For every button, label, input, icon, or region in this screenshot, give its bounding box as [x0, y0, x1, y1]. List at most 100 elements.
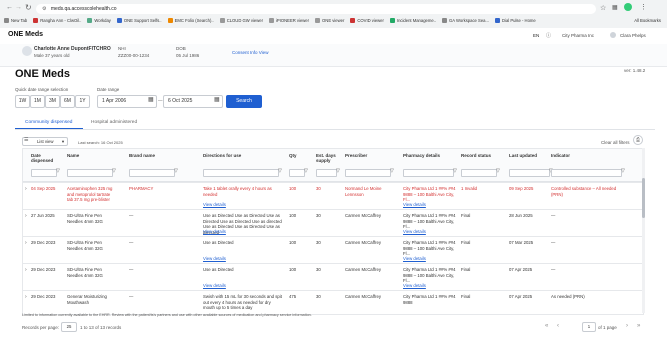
filter-icon[interactable]: ▽	[336, 168, 340, 174]
site-info-icon[interactable]: ⚙	[42, 6, 46, 12]
bookmark-item[interactable]: iPIONEER viewer	[268, 15, 309, 27]
view-details-link[interactable]: View details	[403, 256, 426, 262]
menu-icon[interactable]: ⋮	[640, 3, 647, 11]
language-select[interactable]: EN	[533, 33, 539, 38]
search-button[interactable]: Search	[226, 95, 262, 108]
bookmark-item[interactable]: CLOUD GW viewer	[219, 15, 263, 27]
column-filter-input[interactable]	[345, 169, 391, 177]
bookmark-item[interactable]: GA Workspace Sea...	[442, 15, 489, 27]
tab-hospital[interactable]: Hospital administered	[91, 120, 137, 125]
column-header[interactable]: Est. days supply	[316, 153, 341, 163]
star-icon[interactable]: ☆	[600, 4, 606, 12]
column-header[interactable]: Last updated	[509, 153, 554, 158]
column-filter-input[interactable]	[403, 169, 454, 177]
list-view-select[interactable]: List view ▾	[22, 137, 68, 146]
bookmark-item[interactable]: New Tab	[4, 15, 27, 27]
bookmark-item[interactable]: Workday	[87, 15, 111, 27]
print-icon[interactable]: ⎙	[633, 135, 643, 145]
view-details-link[interactable]: View details	[203, 283, 226, 289]
filter-icon[interactable]: ▽	[56, 168, 60, 174]
column-filter-input[interactable]	[509, 169, 550, 177]
bookmark-item[interactable]: Dial Pulse - Home	[494, 15, 536, 27]
bookmark-item[interactable]: EMC Folio (Search)..	[167, 15, 214, 27]
view-details-link[interactable]: View details	[403, 202, 426, 208]
bookmark-item[interactable]: Rangha Ann - ClwOil..	[33, 15, 81, 27]
prev-page-icon[interactable]: ‹	[557, 323, 559, 329]
bookmark-item[interactable]: ONE Support Selfs..	[116, 15, 162, 27]
column-header[interactable]: Directions for use	[203, 153, 283, 158]
view-details-link[interactable]: View details	[203, 229, 226, 235]
bookmark-item[interactable]: ONE viewer	[315, 15, 344, 27]
tab-community[interactable]: Community dispensed	[25, 120, 72, 125]
quick-range-3m[interactable]: 3M	[45, 95, 60, 108]
column-filter-input[interactable]	[461, 169, 497, 177]
filter-icon[interactable]: ▽	[112, 168, 116, 174]
view-details-link[interactable]: View details	[403, 283, 426, 289]
table-row[interactable]: › 29 Dec 2023 SD-Ultra Fine Pen Needles 4m…	[23, 263, 643, 291]
column-filter-input[interactable]	[31, 169, 57, 177]
table-scrollbar[interactable]	[642, 148, 645, 313]
filter-icon[interactable]: ▽	[621, 168, 625, 174]
extensions-icon[interactable]: ▦	[612, 4, 618, 11]
expand-row-icon[interactable]: ›	[25, 267, 27, 273]
expand-row-icon[interactable]: ›	[25, 294, 27, 300]
quick-range-1y[interactable]: 1Y	[75, 95, 90, 108]
table-row[interactable]: › 29 Dec 2023 SD-Ultra Fine Pen Needles 4m…	[23, 236, 643, 264]
expand-row-icon[interactable]: ›	[25, 213, 27, 219]
column-header[interactable]: Indicator	[551, 153, 626, 158]
column-header[interactable]: Prescriber	[345, 153, 395, 158]
filter-icon[interactable]: ▽	[390, 168, 394, 174]
column-header[interactable]: Record status	[461, 153, 501, 158]
user-avatar[interactable]	[610, 32, 616, 38]
scrollbar-thumb[interactable]	[642, 178, 645, 218]
filter-icon[interactable]: ▽	[496, 168, 500, 174]
next-page-icon[interactable]: ›	[626, 323, 628, 329]
filter-icon[interactable]: ▽	[174, 168, 178, 174]
first-page-icon[interactable]: «	[545, 323, 548, 329]
back-icon[interactable]: ←	[6, 4, 13, 11]
url-bar[interactable]: ⚙ meds.qa.accesscolehealth.co	[36, 4, 596, 14]
last-page-icon[interactable]: »	[637, 323, 640, 329]
pharmacy-name[interactable]: City Pharma Inc	[562, 33, 594, 38]
clear-filters-link[interactable]: Clear all filters	[601, 140, 630, 145]
column-filter-input[interactable]	[203, 169, 279, 177]
bookmark-item[interactable]: COVID viewer	[350, 15, 384, 27]
user-name[interactable]: Clara Phelps	[620, 33, 646, 38]
table-row[interactable]: › 29 Dec 2023 Generar Moisturizing Mouthwa…	[23, 290, 643, 314]
table-row[interactable]: › 27 Jun 2025 SD-Ultra Fine Pen Needles 4m…	[23, 209, 643, 237]
column-filter-input[interactable]	[129, 169, 175, 177]
expand-row-icon[interactable]: ›	[25, 186, 27, 192]
column-header[interactable]: Date dispensed	[31, 153, 61, 163]
quick-range-6m[interactable]: 6M	[60, 95, 75, 108]
page-input[interactable]: 1	[582, 322, 596, 332]
bookmark-item[interactable]: Incident Manageme..	[389, 15, 436, 27]
column-filter-input[interactable]	[67, 169, 113, 177]
forward-icon[interactable]: →	[15, 4, 22, 11]
table-row[interactable]: › 04 Sep 2025 Acetaminophen 325 mg and met…	[23, 182, 643, 210]
all-bookmarks[interactable]: All Bookmarks	[634, 15, 661, 27]
filter-icon[interactable]: ▽	[304, 168, 308, 174]
expand-row-icon[interactable]: ›	[25, 240, 27, 246]
column-filter-input[interactable]	[289, 169, 305, 177]
column-header[interactable]: Name	[67, 153, 117, 158]
column-header[interactable]: Qty	[289, 153, 309, 158]
calendar-icon[interactable]: ▦	[214, 96, 220, 103]
view-details-link[interactable]: View details	[203, 202, 226, 208]
view-details-link[interactable]: View details	[403, 229, 426, 235]
column-header[interactable]: Pharmacy details	[403, 153, 458, 158]
view-details-link[interactable]: View details	[203, 256, 226, 262]
column-header[interactable]: Brand name	[129, 153, 179, 158]
records-per-page-select[interactable]: 25	[61, 322, 77, 332]
calendar-icon[interactable]: ▦	[148, 96, 154, 103]
quick-range-1m[interactable]: 1M	[30, 95, 45, 108]
nhi-value: ZZZ00-00-1234	[118, 53, 150, 58]
consent-link[interactable]: Consent Info View	[232, 50, 268, 55]
quick-range-1w[interactable]: 1W	[15, 95, 30, 108]
help-icon[interactable]: ⓘ	[546, 32, 551, 39]
reload-icon[interactable]: ↻	[25, 3, 32, 12]
column-filter-input[interactable]	[551, 169, 622, 177]
filter-icon[interactable]: ▽	[278, 168, 282, 174]
column-filter-input[interactable]	[316, 169, 337, 177]
profile-avatar[interactable]	[624, 3, 632, 11]
filter-icon[interactable]: ▽	[453, 168, 457, 174]
